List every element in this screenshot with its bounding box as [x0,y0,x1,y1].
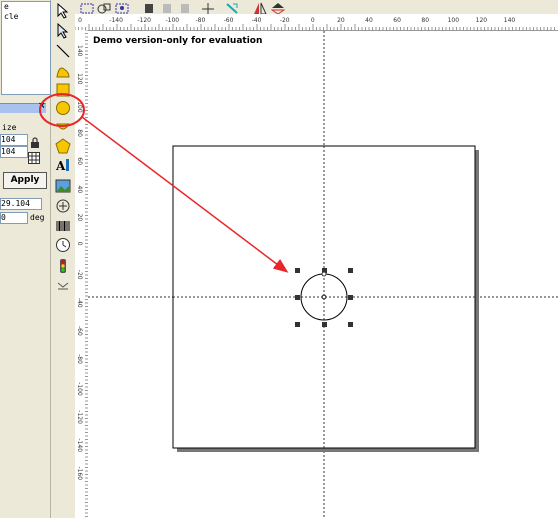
rotation-handle[interactable] [321,271,327,277]
canvas-overlay [39,31,558,518]
resize-handle-s[interactable] [322,322,327,327]
resize-handle-sw[interactable] [295,322,300,327]
resize-handle-w[interactable] [295,295,300,300]
resize-handle-ne[interactable] [348,268,353,273]
resize-handle-e[interactable] [348,295,353,300]
resize-handle-se[interactable] [348,322,353,327]
highlight-ring [39,93,85,127]
resize-handle-nw[interactable] [295,268,300,273]
